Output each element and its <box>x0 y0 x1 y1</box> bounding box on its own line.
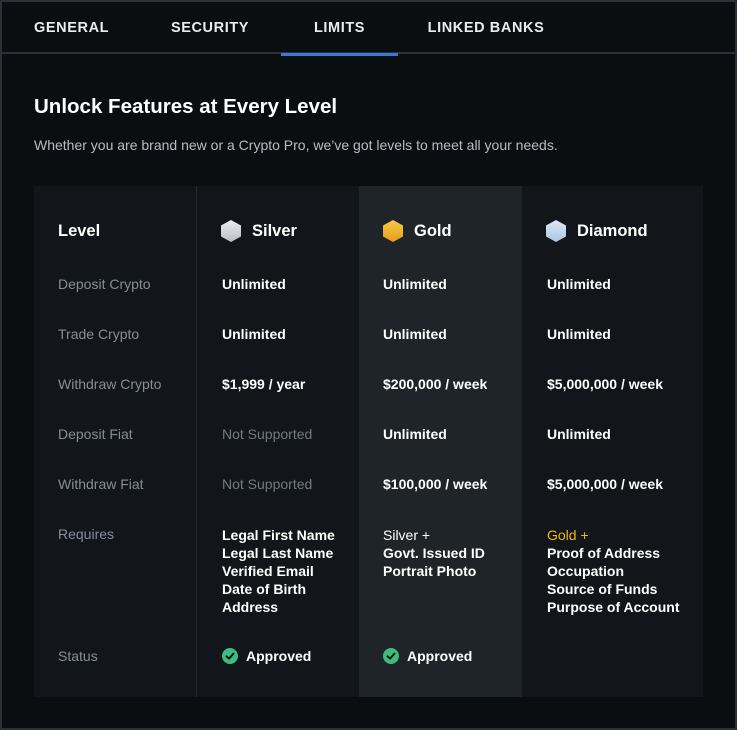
requirement-item: Legal Last Name <box>222 545 334 561</box>
row-labels-column: Level Deposit Crypto Trade Crypto Withdr… <box>34 186 197 697</box>
row-label-requires: Requires <box>58 526 115 542</box>
diamond-trade-crypto: Unlimited <box>547 326 611 342</box>
row-label-withdraw-crypto: Withdraw Crypto <box>58 376 162 392</box>
diamond-header: Diamond <box>546 220 648 242</box>
diamond-withdraw-fiat: $5,000,000 / week <box>547 476 663 492</box>
page-subtitle: Whether you are brand new or a Crypto Pr… <box>34 137 558 153</box>
level-header: Level <box>58 222 101 240</box>
silver-deposit-crypto: Unlimited <box>222 276 286 292</box>
requirement-item: Occupation <box>547 563 625 579</box>
requirement-item: Gold + <box>547 527 589 543</box>
diamond-column: Diamond Unlimited Unlimited $5,000,000 /… <box>522 186 703 697</box>
gold-requirements: Silver + Govt. Issued ID Portrait Photo <box>383 526 485 580</box>
diamond-withdraw-crypto: $5,000,000 / week <box>547 376 663 392</box>
silver-requirements: Legal First Name Legal Last Name Verifie… <box>222 526 335 616</box>
silver-status: Approved <box>222 648 311 664</box>
check-circle-icon <box>222 648 238 664</box>
gold-status: Approved <box>383 648 472 664</box>
diamond-deposit-crypto: Unlimited <box>547 276 611 292</box>
requirement-item: Source of Funds <box>547 581 658 597</box>
tab-general[interactable]: GENERAL <box>34 2 108 54</box>
tab-security[interactable]: SECURITY <box>168 2 252 54</box>
gold-column: Gold Unlimited Unlimited $200,000 / week… <box>359 186 522 697</box>
requirement-item: Govt. Issued ID <box>383 545 485 561</box>
gold-deposit-crypto: Unlimited <box>383 276 447 292</box>
check-circle-icon <box>383 648 399 664</box>
diamond-hexagon-icon <box>546 220 566 242</box>
page-title: Unlock Features at Every Level <box>34 95 338 118</box>
diamond-requirements: Gold + Proof of Address Occupation Sourc… <box>547 526 680 616</box>
gold-withdraw-crypto: $200,000 / week <box>383 376 488 392</box>
row-label-deposit-crypto: Deposit Crypto <box>58 276 151 292</box>
requirement-item: Verified Email <box>222 563 314 579</box>
row-label-withdraw-fiat: Withdraw Fiat <box>58 476 144 492</box>
silver-title: Silver <box>252 221 297 240</box>
requirement-item: Address <box>222 599 279 615</box>
gold-withdraw-fiat: $100,000 / week <box>383 476 488 492</box>
silver-trade-crypto: Unlimited <box>222 326 286 342</box>
gold-deposit-fiat: Unlimited <box>383 426 447 442</box>
diamond-deposit-fiat: Unlimited <box>547 426 611 442</box>
requirement-item: Date of Birth <box>222 581 306 597</box>
status-badge: Approved <box>407 648 473 664</box>
silver-withdraw-fiat: Not Supported <box>222 476 313 492</box>
row-label-status: Status <box>58 648 98 664</box>
silver-column: Silver Unlimited Unlimited $1,999 / year… <box>197 186 359 697</box>
requirement-item: Proof of Address <box>547 545 661 561</box>
silver-withdraw-crypto: $1,999 / year <box>222 376 306 392</box>
diamond-title: Diamond <box>577 221 648 240</box>
row-label-trade-crypto: Trade Crypto <box>58 326 140 342</box>
status-badge: Approved <box>246 648 312 664</box>
requirement-item: Silver + <box>383 527 431 543</box>
gold-header: Gold <box>383 220 452 242</box>
silver-deposit-fiat: Not Supported <box>222 426 313 442</box>
silver-header: Silver <box>221 220 297 242</box>
gold-title: Gold <box>414 221 452 240</box>
requirement-item: Portrait Photo <box>383 563 477 579</box>
tab-bar: GENERAL SECURITY LIMITS LINKED BANKS <box>2 2 735 56</box>
requirement-item: Purpose of Account <box>547 599 680 615</box>
gold-hexagon-icon <box>383 220 403 242</box>
silver-hexagon-icon <box>221 220 241 242</box>
tab-limits[interactable]: LIMITS <box>281 2 398 56</box>
levels-table: Level Deposit Crypto Trade Crypto Withdr… <box>34 186 703 697</box>
tab-linked-banks[interactable]: LINKED BANKS <box>426 2 546 54</box>
limits-panel: GENERAL SECURITY LIMITS LINKED BANKS Unl… <box>0 0 737 730</box>
requirement-item: Legal First Name <box>222 527 335 543</box>
row-label-deposit-fiat: Deposit Fiat <box>58 426 133 442</box>
gold-trade-crypto: Unlimited <box>383 326 447 342</box>
